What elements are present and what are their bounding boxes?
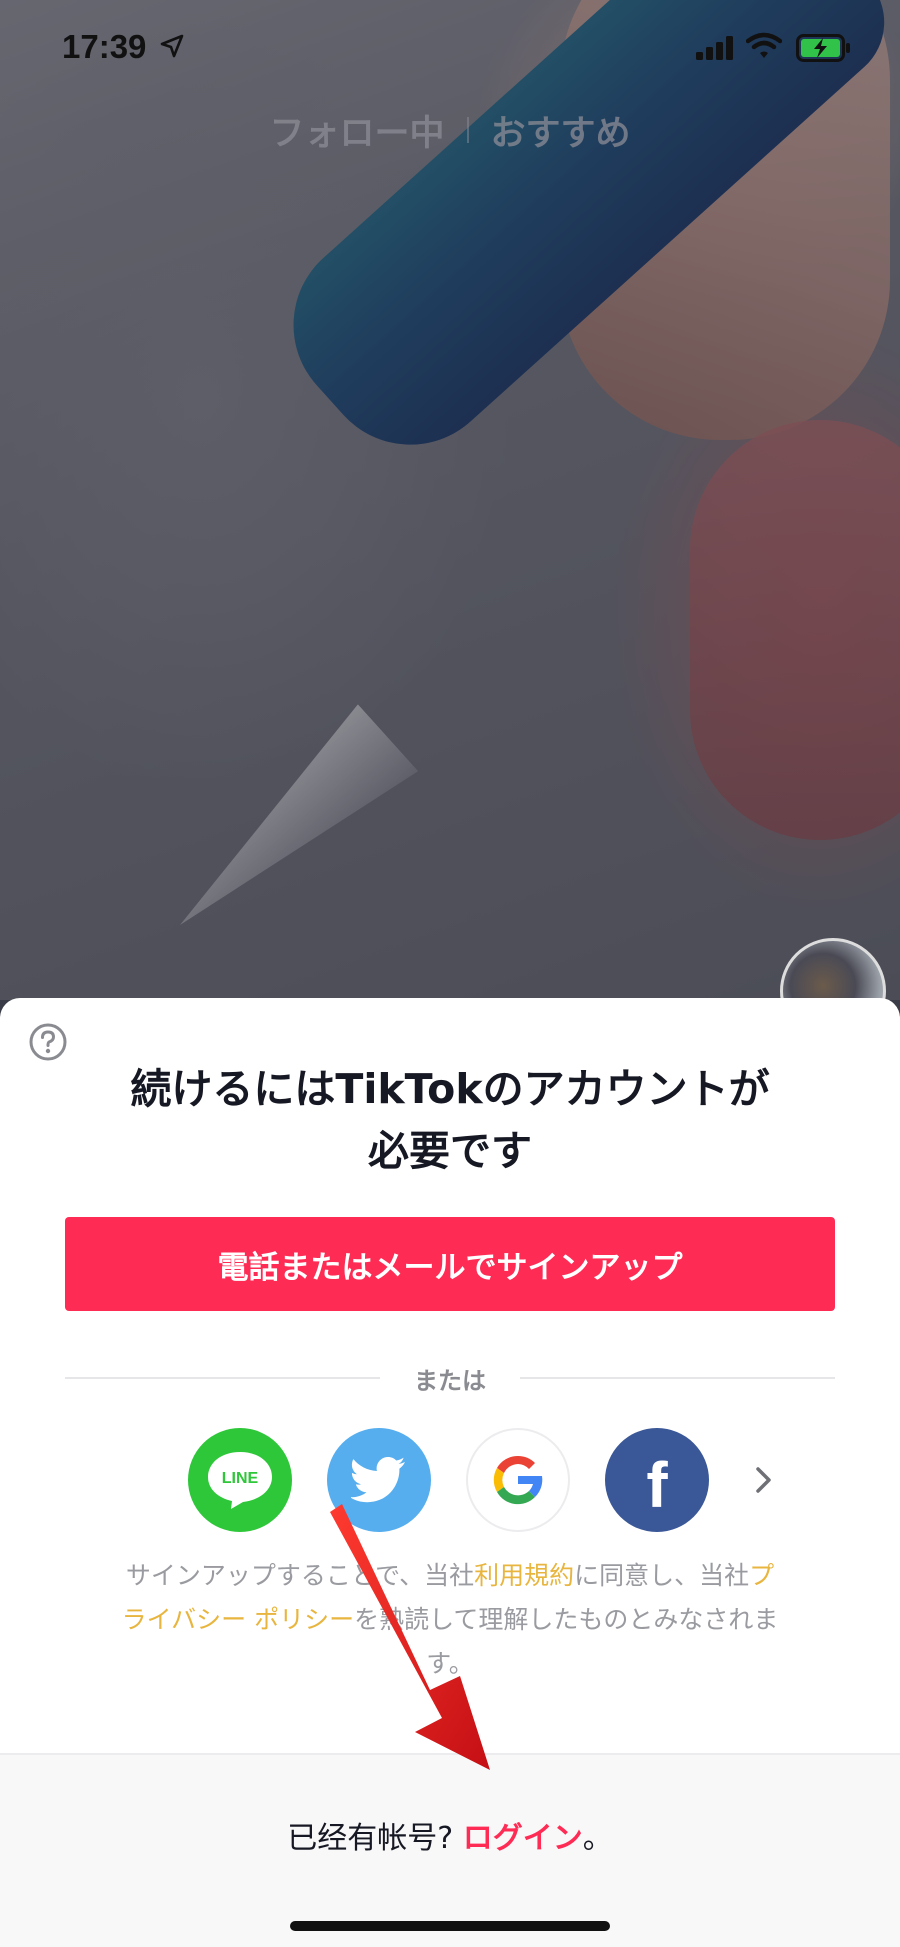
terms-part1: サインアップすることで、当社 (125, 1561, 475, 1590)
line-icon: LINE (208, 1452, 272, 1509)
line-icon-label: LINE (222, 1470, 259, 1487)
home-indicator[interactable] (290, 1921, 610, 1931)
signal-icon (696, 36, 733, 60)
status-bar: 17:39 (0, 0, 900, 100)
login-prompt: 已经有帐号? (287, 1821, 463, 1856)
terms-of-service-link[interactable]: 利用規約 (474, 1561, 574, 1590)
login-prompt-row: 已经有帐号? ログイン。 (0, 1813, 900, 1857)
facebook-f-icon: f (646, 1449, 668, 1521)
login-suffix: 。 (582, 1821, 613, 1856)
login-link[interactable]: ログイン (463, 1821, 583, 1856)
chevron-right-icon (756, 1467, 771, 1493)
twitter-bird-icon (351, 1457, 405, 1503)
facebook-login-button[interactable]: f (605, 1428, 709, 1532)
battery-icon (796, 34, 850, 62)
help-icon[interactable] (28, 1022, 68, 1062)
feed-tabs: フォロー中 おすすめ (0, 100, 900, 160)
signup-sheet: 続けるにはTikTokのアカウントが必要です 電話またはメールでサインアップ ま… (0, 998, 900, 1947)
login-bar: 已经有帐号? ログイン。 (0, 1753, 900, 1947)
terms-text: サインアップすることで、当社利用規約に同意し、当社プライバシー ポリシーを熟読し… (120, 1554, 780, 1686)
tab-for-you[interactable]: おすすめ (469, 105, 653, 156)
google-login-button[interactable] (466, 1428, 570, 1532)
line-login-button[interactable]: LINE (188, 1428, 292, 1532)
location-arrow-icon (160, 34, 184, 58)
more-options-button[interactable] (744, 1428, 784, 1532)
google-g-icon (493, 1455, 543, 1505)
divider-line-right (520, 1377, 835, 1379)
status-time: 17:39 (62, 28, 147, 65)
social-login-row: LINE f (188, 1428, 784, 1532)
sheet-title: 続けるにはTikTokのアカウントが必要です (130, 1065, 770, 1175)
or-label: または (414, 1366, 486, 1395)
terms-part2: に同意し、当社 (574, 1561, 750, 1590)
divider-line-left (65, 1377, 380, 1379)
wifi-icon (746, 32, 782, 58)
phone-email-signup-button[interactable]: 電話またはメールでサインアップ (65, 1217, 835, 1311)
tab-following[interactable]: フォロー中 (247, 105, 466, 156)
or-divider: または (65, 1358, 835, 1398)
twitter-login-button[interactable] (327, 1428, 431, 1532)
terms-part3: を熟読して理解したものとみなされます。 (354, 1605, 779, 1678)
